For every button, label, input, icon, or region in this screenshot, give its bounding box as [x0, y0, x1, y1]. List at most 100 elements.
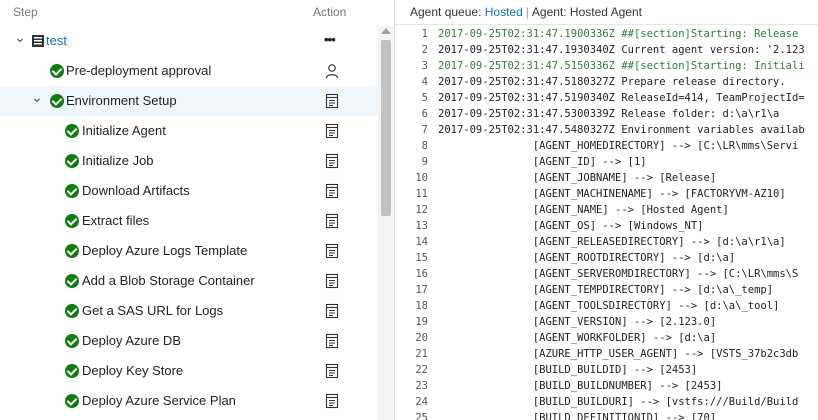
steps-header: Step Action — [0, 0, 378, 25]
log-line-text: 2017-09-25T02:31:47.1900336Z ##[section]… — [438, 28, 799, 40]
log-icon[interactable] — [324, 303, 340, 319]
steps-panel: Step Action ⌄ test ••• Pre-deployment appro… — [0, 0, 394, 420]
success-check-icon — [50, 64, 64, 78]
log-line-number: 25 — [415, 412, 428, 420]
log-line: 21 [AZURE_HTTP_USER_AGENT] --> [VSTS_37b… — [395, 348, 818, 364]
log-line-text: [AGENT_NAME] --> [Hosted Agent] — [438, 204, 729, 216]
tree-row-task[interactable]: Add a Blob Storage Container — [0, 266, 378, 296]
log-line-number: 5 — [421, 92, 428, 104]
log-icon[interactable] — [324, 363, 340, 379]
log-line-text: 2017-09-25T02:31:47.5190340Z ReleaseId=4… — [438, 92, 805, 104]
log-line: 19 [AGENT_VERSION] --> [2.123.0] — [395, 316, 818, 332]
header-separator: | — [525, 5, 529, 19]
log-line: 25 [BUILD_DEFINITIONID] --> [70] — [395, 412, 818, 420]
step-label: Deploy Azure Service Plan — [82, 393, 236, 408]
step-label: Deploy Azure Logs Template — [82, 243, 248, 258]
success-check-icon — [65, 394, 79, 408]
log-icon[interactable] — [324, 333, 340, 349]
chevron-down-icon[interactable]: ⌄ — [31, 90, 43, 104]
log-line-text: 2017-09-25T02:31:47.5180327Z Prepare rel… — [438, 76, 786, 88]
log-line-number: 21 — [415, 348, 428, 360]
log-line: 6 2017-09-25T02:31:47.5300339Z Release fo… — [395, 108, 818, 124]
success-check-icon — [65, 124, 79, 138]
more-icon[interactable]: ••• — [324, 33, 340, 49]
log-line: 1 2017-09-25T02:31:47.1900336Z ##[section… — [395, 28, 818, 44]
log-line-text: 2017-09-25T02:31:47.1930340Z Current age… — [438, 44, 805, 56]
tree-row-task[interactable]: Deploy Azure DB — [0, 326, 378, 356]
log-line-number: 3 — [421, 60, 428, 72]
tree-row-task[interactable]: Deploy Azure Logs Template — [0, 236, 378, 266]
log-line: 18 [AGENT_TOOLSDIRECTORY] --> [d:\a\_too… — [395, 300, 818, 316]
log-line-number: 19 — [415, 316, 428, 328]
log-line: 14 [AGENT_RELEASEDIRECTORY] --> [d:\a\r1… — [395, 236, 818, 252]
log-icon[interactable] — [324, 123, 340, 139]
log-line: 8 [AGENT_HOMEDIRECTORY] --> [C:\LR\mms\S… — [395, 140, 818, 156]
log-icon[interactable] — [324, 213, 340, 229]
chevron-down-icon[interactable]: ⌄ — [14, 30, 26, 44]
log-line-number: 24 — [415, 396, 428, 408]
log-line-number: 13 — [415, 220, 428, 232]
log-line-number: 6 — [421, 108, 428, 120]
log-line: 3 2017-09-25T02:31:47.5150336Z ##[section… — [395, 60, 818, 76]
log-line-text: [BUILD_BUILDNUMBER] --> [2453] — [438, 380, 723, 392]
log-line-text: 2017-09-25T02:31:47.5150336Z ##[section]… — [438, 60, 805, 72]
log-line-number: 20 — [415, 332, 428, 344]
step-label: Initialize Job — [82, 153, 154, 168]
log-line-text: [AGENT_SERVEROMDIRECTORY] --> [C:\LR\mms… — [438, 268, 799, 280]
tree-row-task[interactable]: Deploy Key Store — [0, 356, 378, 386]
success-check-icon — [65, 214, 79, 228]
log-line-number: 15 — [415, 252, 428, 264]
release-name[interactable]: test — [46, 33, 67, 48]
log-content[interactable]: 1 2017-09-25T02:31:47.1900336Z ##[section… — [395, 26, 818, 420]
agent-queue-label: Agent queue: — [410, 5, 482, 19]
success-check-icon — [65, 154, 79, 168]
log-icon[interactable] — [324, 393, 340, 409]
log-line: 17 [AGENT_TEMPDIRECTORY] --> [d:\a\_temp… — [395, 284, 818, 300]
log-icon[interactable] — [324, 153, 340, 169]
step-label: Environment Setup — [66, 93, 177, 108]
log-line-number: 4 — [421, 76, 428, 88]
scroll-up-arrow-icon[interactable] — [381, 28, 391, 34]
success-check-icon — [65, 334, 79, 348]
tree-row-root[interactable]: ⌄ test ••• — [0, 26, 378, 56]
tree-row-step[interactable]: Pre-deployment approval — [0, 56, 378, 86]
log-line-text: [AGENT_TEMPDIRECTORY] --> [d:\a\_temp] — [438, 284, 774, 296]
log-line-text: 2017-09-25T02:31:47.5300339Z Release fol… — [438, 108, 780, 120]
tree-row-group[interactable]: ⌄ Environment Setup — [0, 86, 378, 116]
success-check-icon — [65, 184, 79, 198]
log-line-text: [BUILD_BUILDURI] --> [vstfs:///Build/Bui… — [438, 396, 799, 408]
tree-row-task[interactable]: Initialize Job — [0, 146, 378, 176]
tree-row-task[interactable]: Get a SAS URL for Logs — [0, 296, 378, 326]
steps-scrollbar[interactable] — [378, 26, 394, 420]
log-line-number: 1 — [421, 28, 428, 40]
log-line: 13 [AGENT_OS] --> [Windows_NT] — [395, 220, 818, 236]
agent-queue-info: Agent queue: Hosted | Agent: Hosted Agent — [410, 5, 642, 19]
log-line-text: [AGENT_WORKFOLDER] --> [d:\a] — [438, 332, 717, 344]
log-icon[interactable] — [324, 243, 340, 259]
log-line-text: [AGENT_OS] --> [Windows_NT] — [438, 220, 704, 232]
tree-row-task[interactable]: Download Artifacts — [0, 176, 378, 206]
scrollbar-thumb[interactable] — [381, 40, 391, 216]
log-line-number: 8 — [421, 140, 428, 152]
log-line-number: 11 — [415, 188, 428, 200]
step-label: Pre-deployment approval — [66, 63, 212, 78]
log-line: 22 [BUILD_BUILDID] --> [2453] — [395, 364, 818, 380]
log-icon[interactable] — [324, 273, 340, 289]
log-icon[interactable] — [324, 93, 340, 109]
log-line: 7 2017-09-25T02:31:47.5480327Z Environmen… — [395, 124, 818, 140]
person-icon[interactable] — [324, 63, 340, 79]
log-line: 20 [AGENT_WORKFOLDER] --> [d:\a] — [395, 332, 818, 348]
log-line: 16 [AGENT_SERVEROMDIRECTORY] --> [C:\LR\… — [395, 268, 818, 284]
step-label: Get a SAS URL for Logs — [82, 303, 224, 318]
step-label: Extract files — [82, 213, 150, 228]
agent-queue-link[interactable]: Hosted — [485, 5, 523, 19]
tree-row-task[interactable]: Initialize Agent — [0, 116, 378, 146]
log-line-number: 2 — [421, 44, 428, 56]
tree-row-task[interactable]: Deploy Azure Service Plan — [0, 386, 378, 416]
log-line-text: 2017-09-25T02:31:47.5480327Z Environment… — [438, 124, 805, 136]
log-line: 12 [AGENT_NAME] --> [Hosted Agent] — [395, 204, 818, 220]
log-line-text: [AGENT_HOMEDIRECTORY] --> [C:\LR\mms\Ser… — [438, 140, 799, 152]
tree-row-task[interactable]: Extract files — [0, 206, 378, 236]
log-line-number: 23 — [415, 380, 428, 392]
log-icon[interactable] — [324, 183, 340, 199]
